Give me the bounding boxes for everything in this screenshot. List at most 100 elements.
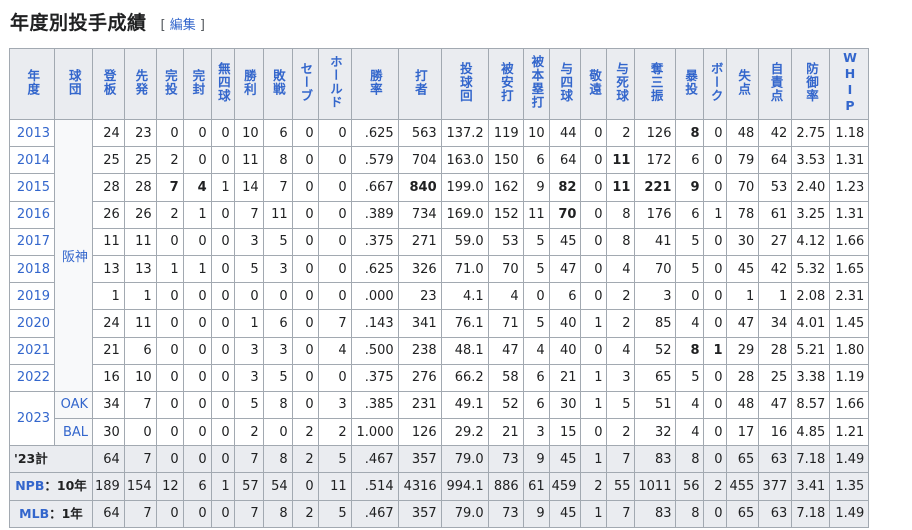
stat-cell: 65	[634, 363, 677, 392]
stat-cell: 163.0	[440, 146, 489, 175]
stat-cell: 0	[155, 309, 184, 338]
league-link[interactable]: MLB	[19, 506, 49, 521]
stat-cell: 34	[92, 390, 125, 420]
stat-cell: 1	[182, 200, 212, 229]
table-row: 2021 21 6 0 0 0 3 3 0 4.500 238 48.1 47 4 40 0 4 52 8 1 29 28…	[9, 336, 870, 365]
stat-cell: 6	[182, 472, 212, 501]
stat-cell: 0	[182, 118, 212, 148]
row-label: '23計	[9, 445, 93, 474]
stat-cell: 0	[580, 173, 608, 202]
stat-cell: 0	[155, 227, 184, 256]
year-cell: 2021	[9, 336, 55, 365]
column-header: セーブ	[291, 48, 319, 120]
year-link[interactable]: 2020	[17, 316, 50, 331]
year-cell: 2013	[9, 118, 55, 148]
year-link[interactable]: 2014	[17, 153, 50, 168]
stat-cell: 137.2	[440, 118, 489, 148]
stat-cell: 11	[317, 472, 352, 501]
stat-cell: 0	[155, 499, 184, 528]
stat-cell: 40	[548, 309, 582, 338]
stat-cell: 886	[487, 472, 524, 501]
stat-cell: 0	[317, 118, 352, 148]
stat-cell: 4	[487, 282, 524, 311]
stat-cell: 0	[291, 200, 319, 229]
table-row: 2015 28 28 7 4 1 14 7 0 0.667 840 199.0 162 9 82 0 11 221…	[9, 173, 870, 202]
stat-cell: 29	[726, 336, 760, 365]
stat-cell: 0	[155, 336, 184, 365]
stat-cell: 2	[233, 418, 264, 447]
stat-cell: 2	[606, 418, 636, 447]
stat-cell: 28	[726, 363, 760, 392]
stat-cell: 58	[487, 363, 524, 392]
stat-cell: 51	[634, 390, 677, 420]
year-link[interactable]: 2016	[17, 207, 50, 222]
stat-cell: 0	[210, 418, 235, 447]
stat-cell: 64	[92, 445, 125, 474]
year-cell: 2020	[9, 309, 55, 338]
stat-cell: 0	[291, 118, 319, 148]
stat-cell: 1.23	[829, 173, 870, 202]
stat-cell: 64	[548, 146, 582, 175]
year-link[interactable]: 2013	[17, 126, 50, 141]
stat-cell: 30	[548, 390, 582, 420]
stat-cell: 23	[123, 118, 157, 148]
year-link[interactable]: 2022	[17, 370, 50, 385]
stat-cell: 47	[758, 390, 793, 420]
stat-cell: 0	[233, 282, 264, 311]
stat-cell: 3	[634, 282, 677, 311]
stat-cell: 0	[182, 282, 212, 311]
stat-cell: 30	[726, 227, 760, 256]
edit-link[interactable]: 編集	[170, 18, 196, 33]
stat-cell: 3	[233, 227, 264, 256]
stat-cell: .579	[350, 146, 399, 175]
stat-cell: 10	[123, 363, 157, 392]
stat-cell: 0	[210, 445, 235, 474]
team-link-hanshin[interactable]: 阪神	[62, 250, 88, 265]
stat-cell: 7	[123, 390, 157, 420]
stat-cell: 73	[487, 499, 524, 528]
stat-cell: 23	[397, 282, 442, 311]
stat-cell: 8	[675, 118, 705, 148]
stat-cell: 4316	[397, 472, 442, 501]
stat-cell: 0	[703, 418, 728, 447]
stat-cell: 1.49	[829, 499, 870, 528]
row-label: NPB：10年	[9, 472, 93, 501]
stat-cell: 5	[522, 227, 550, 256]
column-header: 完投	[155, 48, 184, 120]
stat-cell: 57	[233, 472, 264, 501]
stat-cell: 0	[210, 499, 235, 528]
column-header: 勝率	[350, 48, 399, 120]
team-link-bal[interactable]: BAL	[63, 425, 88, 440]
year-cell: 2018	[9, 254, 55, 284]
league-link[interactable]: NPB	[15, 478, 44, 493]
stat-cell: 59.0	[440, 227, 489, 256]
stat-cell: 8	[606, 227, 636, 256]
team-link-oak[interactable]: OAK	[61, 397, 88, 412]
stat-cell: 24	[92, 118, 125, 148]
stat-cell: 5	[262, 227, 293, 256]
year-link[interactable]: 2018	[17, 262, 50, 277]
stat-cell: 79.0	[440, 445, 489, 474]
year-link[interactable]: 2021	[17, 343, 50, 358]
stat-cell: 6	[522, 390, 550, 420]
stat-cell: 4	[606, 254, 636, 284]
year-link[interactable]: 2017	[17, 234, 50, 249]
stat-cell: 1	[580, 309, 608, 338]
year-link[interactable]: 2015	[17, 180, 50, 195]
column-header: 与四球	[548, 48, 582, 120]
year-link[interactable]: 2023	[17, 411, 50, 426]
stat-cell: .514	[350, 472, 399, 501]
stat-cell: 2	[703, 472, 728, 501]
stat-cell: 0	[182, 390, 212, 420]
stat-cell: 0	[291, 336, 319, 365]
stat-cell: .467	[350, 445, 399, 474]
stat-cell: 70	[487, 254, 524, 284]
column-header: 敗戦	[262, 48, 293, 120]
stat-cell: 2.08	[791, 282, 831, 311]
stat-cell: 3	[262, 336, 293, 365]
stat-cell: 126	[397, 418, 442, 447]
year-link[interactable]: 2019	[17, 289, 50, 304]
stat-cell: 63	[758, 445, 793, 474]
stat-cell: 7	[262, 173, 293, 202]
stat-cell: 52	[634, 336, 677, 365]
